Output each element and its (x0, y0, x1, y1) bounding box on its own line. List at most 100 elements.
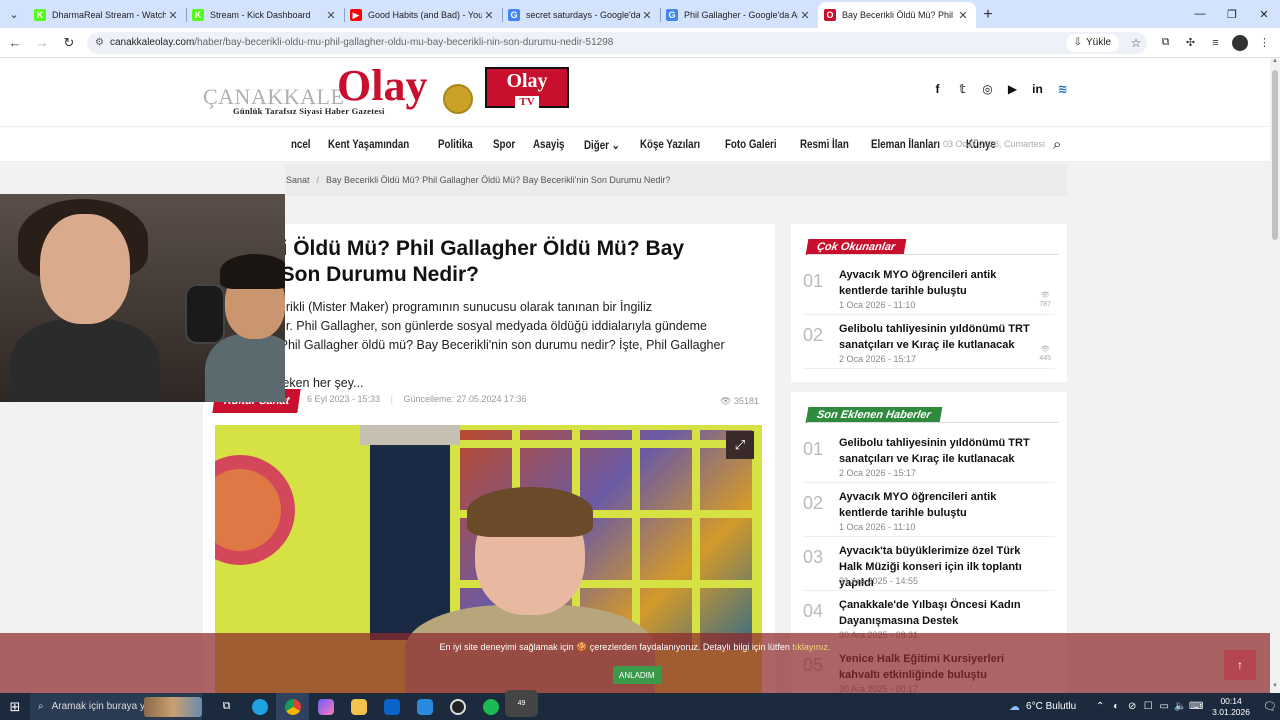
rss-icon[interactable]: ≋ (1050, 82, 1075, 96)
twitter-icon[interactable]: 𝕥 (950, 82, 975, 96)
taskbar-search-box[interactable]: ⌕ Aramak için buraya yazın (30, 693, 202, 720)
item-view-count: 445 (1039, 355, 1051, 362)
copilot-icon[interactable] (309, 693, 342, 720)
menu-icon[interactable]: ⋮ (1252, 32, 1277, 54)
nav-item[interactable]: Politika (432, 139, 479, 151)
tray-overflow-icon[interactable]: ⌃ (1092, 701, 1108, 712)
nav-item[interactable]: Eleman İlanları (865, 139, 946, 151)
bookmark-star-icon[interactable]: ☆ (1125, 36, 1147, 50)
whatsapp-icon[interactable]: 49 (505, 690, 540, 720)
weather-widget[interactable]: ☁ 6°C Bulutlu (1009, 700, 1076, 713)
search-icon[interactable]: ⌕ (1053, 136, 1061, 153)
item-title[interactable]: Gelibolu tahliyesinin yıldönümü TRT sana… (839, 435, 1039, 467)
tray-app-icon-2[interactable]: ⊘ (1124, 701, 1140, 712)
item-number: 01 (803, 439, 824, 459)
news-list-item[interactable]: 02 Gelibolu tahliyesinin yıldönümü TRT sa… (803, 315, 1055, 369)
browser-tab[interactable]: Gsecret saturdays - Google'da Ar ✕ (502, 2, 660, 28)
browser-tab[interactable]: K DharmaReal Stream - Watch Li ✕ (28, 2, 186, 28)
page-scrollbar[interactable]: ▲ ▼ (1270, 58, 1280, 693)
spotify-icon[interactable] (474, 693, 507, 720)
news-list-item[interactable]: 03 Ayvacık'ta büyüklerimize özel Türk Hal… (803, 537, 1055, 591)
cookie-accept-button[interactable]: ANLADIM (613, 666, 661, 684)
install-app-button[interactable]: ⇩ Yükle (1065, 33, 1119, 52)
tab-close-icon[interactable]: ✕ (166, 9, 180, 22)
browser-tab[interactable]: K Stream - Kick Dashboard ✕ (186, 2, 344, 28)
cookie-link[interactable]: tıklayınız. (792, 642, 830, 652)
item-title[interactable]: Çanakkale'de Yılbaşı Öncesi Kadın Dayanı… (839, 597, 1039, 629)
restore-icon[interactable]: ❐ (1216, 0, 1248, 28)
edge-icon[interactable] (243, 693, 276, 720)
task-view-icon[interactable]: ⧉ (210, 693, 243, 720)
screenshot-icon[interactable]: ⧉ (1153, 32, 1178, 54)
browser-tab[interactable]: ▶ Good Habits (and Bad) - YouTu ✕ (344, 2, 502, 28)
tray-app-icon-3[interactable]: ☐ (1140, 701, 1156, 712)
tab-media-icon[interactable]: ≡ (1203, 32, 1228, 54)
reload-icon[interactable]: ↻ (57, 31, 81, 55)
close-window-icon[interactable]: ✕ (1248, 0, 1280, 28)
network-icon[interactable]: ▭ (1156, 701, 1172, 712)
item-title[interactable]: Ayvacık MYO öğrencileri antik kentlerde … (839, 267, 1039, 299)
browser-tab[interactable]: G Phil Gallagher - Google'da Ara ✕ (660, 2, 818, 28)
address-bar[interactable]: ⚙ canakkaleolay.com /haber/bay-becerikli… (87, 31, 1147, 54)
article-title-line1: ecerikli Öldü Mü? Phil Gallagher Öldü Mü… (215, 237, 685, 260)
olay-tv-logo[interactable]: Olay TV (485, 67, 569, 108)
youtube-icon[interactable]: ▶ (1000, 82, 1025, 96)
tab-search-dropdown-icon[interactable]: ⌄ (0, 0, 28, 28)
news-list-item[interactable]: 01 Ayvacık MYO öğrencileri antik kentlerd… (803, 261, 1055, 315)
item-number: 01 (803, 271, 824, 291)
outlook-icon[interactable] (375, 693, 408, 720)
notifications-icon[interactable]: 🗨 (1260, 700, 1280, 713)
tab-close-icon[interactable]: ✕ (798, 9, 812, 22)
obs-icon[interactable] (441, 693, 474, 720)
scroll-down-icon[interactable]: ▼ (1270, 683, 1280, 693)
article-card: ecerikli Öldü Mü? Phil Gallagher Öldü Mü… (203, 224, 775, 693)
volume-icon[interactable]: 🔈 (1172, 701, 1188, 712)
facebook-icon[interactable]: f (925, 82, 950, 96)
window-controls: — ❐ ✕ (1184, 0, 1280, 28)
nav-item[interactable]: Spor (487, 139, 521, 151)
file-explorer-icon[interactable] (342, 693, 375, 720)
nav-item[interactable]: ncel (285, 139, 316, 151)
site-logo[interactable]: ÇANAKKALE Olay Günlük Tarafsız Siyasi Ha… (203, 64, 473, 120)
tab-close-icon[interactable]: ✕ (324, 9, 338, 22)
nav-item[interactable]: Diğer ⌄ (578, 138, 626, 152)
new-tab-button[interactable]: + (976, 2, 1000, 28)
news-list-item[interactable]: 02 Ayvacık MYO öğrencileri antik kentlerd… (803, 483, 1055, 537)
extensions-icon[interactable]: ✣ (1178, 32, 1203, 54)
scrollbar-thumb[interactable] (1272, 70, 1278, 240)
item-title[interactable]: Ayvacık MYO öğrencileri antik kentlerde … (839, 489, 1039, 521)
tab-title: Phil Gallagher - Google'da Ara (684, 10, 798, 20)
clock[interactable]: 00:14 3.01.2026 (1212, 696, 1250, 718)
browser-tab[interactable]: O Bay Becerikli Öldü Mü? Phil Gal✕ (818, 2, 976, 28)
tab-close-icon[interactable]: ✕ (640, 9, 654, 22)
chrome-icon[interactable] (276, 693, 309, 720)
windows-start-icon[interactable]: ⊞ (0, 699, 30, 715)
instagram-icon[interactable]: ◎ (975, 82, 1000, 96)
nav-item[interactable]: Asayiş (527, 139, 570, 151)
scroll-up-icon[interactable]: ▲ (1270, 58, 1280, 68)
breadcrumb-parent[interactable]: Sanat (286, 175, 310, 185)
item-title[interactable]: Gelibolu tahliyesinin yıldönümü TRT sana… (839, 321, 1039, 353)
clock-time: 00:14 (1220, 695, 1242, 706)
nav-item[interactable]: Köşe Yazıları (634, 139, 706, 151)
lead-line3: geldi. Peki, Phil Gallagher öldü mü? Bay… (215, 338, 725, 371)
site-info-icon[interactable]: ⚙ (95, 37, 104, 48)
keyboard-icon[interactable]: ⌨ (1188, 701, 1204, 712)
microphone-shape (185, 284, 225, 344)
store-icon[interactable] (408, 693, 441, 720)
news-list-item[interactable]: 01 Gelibolu tahliyesinin yıldönümü TRT sa… (803, 429, 1055, 483)
nav-item[interactable]: Resmi İlan (794, 139, 855, 151)
forward-icon[interactable]: → (30, 31, 54, 55)
profile-avatar[interactable] (1232, 34, 1248, 51)
scroll-to-top-icon[interactable]: ↑ (1224, 650, 1256, 680)
minimize-icon[interactable]: — (1184, 0, 1216, 28)
linkedin-icon[interactable]: in (1025, 82, 1050, 96)
nav-item[interactable]: Kent Yaşamından (322, 139, 415, 151)
tab-close-icon[interactable]: ✕ (482, 9, 496, 22)
nav-item[interactable]: Foto Galeri (719, 139, 782, 151)
tray-app-icon[interactable]: ◐ (1108, 701, 1124, 712)
tab-close-icon[interactable]: ✕ (956, 9, 970, 22)
expand-image-icon[interactable]: ⤢ (726, 431, 754, 459)
site-header: ÇANAKKALE Olay Günlük Tarafsız Siyasi Ha… (0, 58, 1270, 126)
back-icon[interactable]: ← (3, 31, 27, 55)
